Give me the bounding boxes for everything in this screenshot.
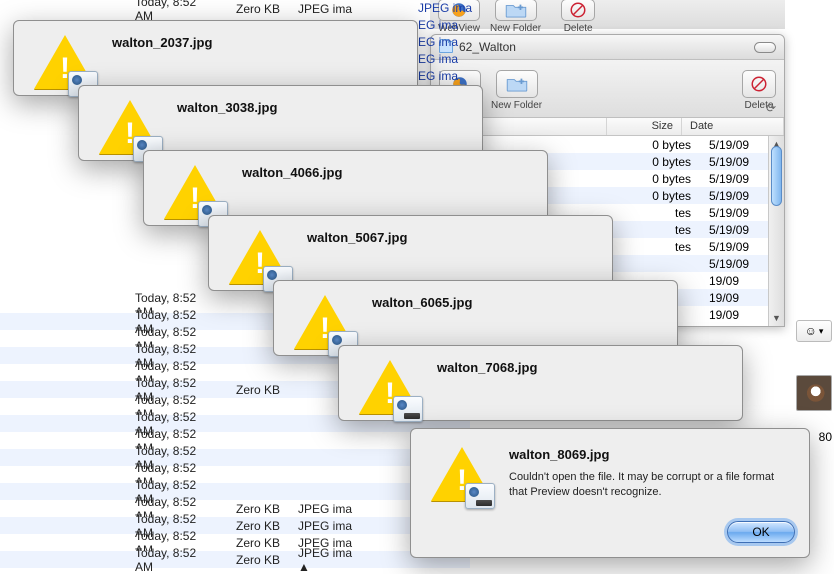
cell-size: tes — [624, 223, 699, 237]
upper-toolbar-fragment: WebView New Folder Delete — [430, 0, 785, 29]
cell-size: tes — [624, 206, 699, 220]
scroll-thumb[interactable] — [771, 146, 782, 206]
newfolder-tool-2[interactable]: New Folder — [491, 70, 542, 111]
delete-label: Delete — [564, 23, 593, 34]
dialog-filename: walton_8069.jpg — [509, 447, 791, 462]
smiley-icon: ☺ — [805, 324, 817, 338]
dialog-filename: walton_3038.jpg — [177, 100, 464, 115]
dialog-filename: walton_6065.jpg — [372, 295, 659, 310]
cell-size: tes — [624, 240, 699, 254]
col-date[interactable]: Date — [682, 118, 784, 135]
scroll-down-arrow[interactable]: ▼ — [769, 310, 784, 326]
finder-toolbar: WebView New Folder Delete ⟳ — [431, 60, 784, 118]
cell-kind: JPEG ima — [280, 519, 360, 533]
error-dialog-front: walton_8069.jpg Couldn't open the file. … — [410, 428, 810, 558]
kind-fragment-line: EG ima — [418, 51, 472, 68]
list-row[interactable]: Today, 8:52 AM Zero KB JPEG ima — [0, 0, 420, 17]
kind-fragment-line: EG ima — [418, 68, 472, 85]
warning-icon — [431, 447, 493, 505]
dialog-message: Couldn't open the file. It may be corrup… — [509, 470, 791, 500]
new-folder-icon — [506, 76, 528, 92]
cell-size: 0 bytes — [624, 189, 699, 203]
vertical-scrollbar[interactable]: ▲ ▼ — [768, 136, 784, 326]
delete-tool[interactable]: Delete — [561, 0, 595, 34]
dialog-filename: walton_2037.jpg — [112, 35, 399, 50]
delete-icon — [750, 75, 768, 93]
dialog-filename: walton_4066.jpg — [242, 165, 529, 180]
cell-size: Zero KB — [200, 519, 280, 533]
cell-size: 0 bytes — [624, 172, 699, 186]
kind-fragment-line: EG ima — [418, 17, 472, 34]
cell-size: Zero KB — [200, 553, 280, 567]
emoji-picker-button[interactable]: ☺▾ — [796, 320, 832, 342]
window-titlebar[interactable]: 62_Walton — [431, 35, 784, 60]
partial-text: 80 — [819, 430, 832, 444]
newfolder-label-2: New Folder — [491, 100, 542, 111]
newfolder-label: New Folder — [490, 23, 541, 34]
cell-kind: JPEG ima ▲ — [280, 546, 360, 574]
delete-icon — [569, 1, 587, 19]
preview-app-icon — [393, 396, 423, 422]
dialog-filename: walton_5067.jpg — [307, 230, 594, 245]
kind-fragment-line: EG ima — [418, 34, 472, 51]
warning-icon — [359, 360, 421, 418]
cell-size: 0 bytes — [624, 155, 699, 169]
cell-size: Zero KB — [200, 502, 280, 516]
image-thumbnail[interactable] — [796, 375, 832, 411]
new-folder-icon — [505, 2, 527, 18]
cell-kind: JPEG ima — [280, 502, 360, 516]
error-dialog: walton_7068.jpg — [338, 345, 743, 421]
cell-date: Today, 8:52 AM — [0, 546, 200, 574]
column-headers[interactable]: Size Date — [431, 118, 784, 136]
refresh-icon[interactable]: ⟳ — [766, 101, 776, 115]
kind-fragment-line: JPEG ima — [418, 0, 472, 17]
toolbar-pill-button[interactable] — [754, 42, 776, 53]
cell-size: Zero KB — [200, 383, 280, 397]
col-size[interactable]: Size — [607, 118, 682, 135]
cell-size: Zero KB — [200, 536, 280, 550]
background-file-list: Today, 8:52 AM Zero KB JPEG ima Today, 8… — [0, 0, 420, 17]
kind-fragment: JPEG imaEG imaEG imaEG imaEG ima — [418, 0, 472, 85]
cell-size: 0 bytes — [624, 138, 699, 152]
dialog-filename: walton_7068.jpg — [437, 360, 724, 375]
cell-size: Zero KB — [200, 2, 280, 16]
list-row[interactable]: Today, 8:52 AMZero KBJPEG ima ▲ — [0, 551, 470, 568]
newfolder-tool[interactable]: New Folder — [490, 0, 541, 34]
cell-kind: JPEG ima — [280, 2, 360, 16]
preview-app-icon — [465, 483, 495, 509]
ok-button[interactable]: OK — [727, 521, 795, 543]
